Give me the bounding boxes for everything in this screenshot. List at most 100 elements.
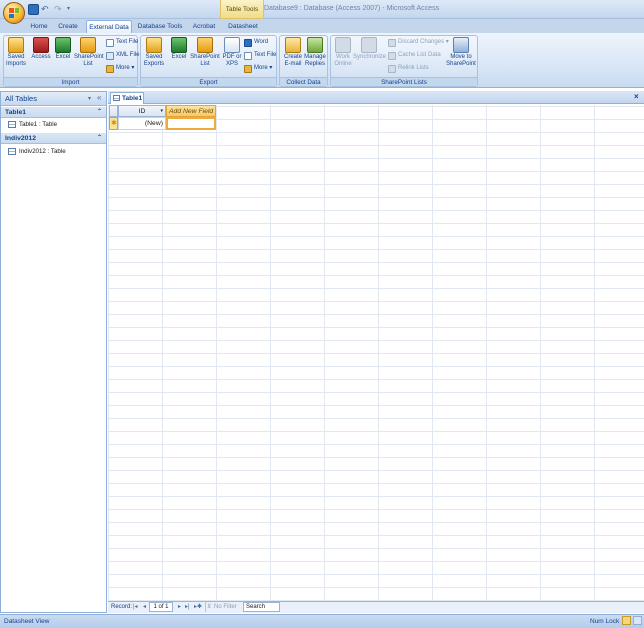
status-bar — [0, 614, 644, 628]
filter-indicator[interactable]: ⊻ No Filter — [205, 602, 240, 612]
discard-changes-button[interactable]: Discard Changes ▾ — [388, 37, 449, 48]
pdf-xps-icon — [224, 37, 240, 53]
import-more-button[interactable]: More ▾ — [106, 63, 134, 74]
group-sharepoint-label: SharePoint Lists — [331, 77, 477, 86]
new-record-star-icon: ✱ — [111, 120, 117, 127]
column-header-add-new-field[interactable]: Add New Field — [166, 105, 216, 117]
export-excel-button[interactable]: Excel — [167, 37, 191, 73]
import-access-button[interactable]: Access — [29, 37, 53, 73]
import-text-file-button[interactable]: Text File — [106, 37, 138, 48]
current-record-field[interactable]: 1 of 1 — [149, 602, 173, 612]
document-tab-table1[interactable]: Table1 — [110, 92, 144, 104]
datasheet-view-icon[interactable] — [622, 616, 631, 625]
export-text-file-button[interactable]: Text File — [244, 50, 276, 61]
new-record-nav-icon[interactable]: ▸✱ — [194, 603, 202, 610]
synchronize-button[interactable]: Synchronize — [353, 37, 386, 73]
text-file-export-icon — [244, 52, 252, 60]
import-sharepoint-list-button[interactable]: SharePoint List — [74, 37, 104, 73]
close-document-icon[interactable]: × — [634, 92, 639, 101]
relink-lists-icon — [388, 65, 396, 73]
status-view-text: Datasheet View — [4, 618, 50, 625]
last-record-icon[interactable]: ▸| — [185, 603, 190, 610]
tab-database-tools[interactable]: Database Tools — [135, 20, 185, 33]
collapse-group-icon[interactable]: ⌃ — [97, 107, 102, 118]
save-icon[interactable] — [28, 4, 39, 15]
relink-lists-button[interactable]: Relink Lists — [388, 63, 429, 74]
nav-group-indiv2012[interactable]: Indiv2012 ⌃ — [1, 133, 106, 144]
record-label: Record: — [111, 604, 133, 610]
shutter-bar-close-icon[interactable]: « — [97, 93, 101, 102]
create-email-button[interactable]: Create E-mail — [281, 37, 305, 73]
nav-group-table1[interactable]: Table1 ⌃ — [1, 107, 106, 118]
text-file-icon — [106, 39, 114, 47]
create-email-icon — [285, 37, 301, 53]
tab-home[interactable]: Home — [26, 20, 52, 33]
undo-icon[interactable]: ↶ — [41, 4, 52, 15]
column-dropdown-icon[interactable]: ▾ — [160, 106, 163, 117]
cache-list-data-button[interactable]: Cache List Data — [388, 50, 441, 61]
group-collect-label: Collect Data — [280, 77, 327, 86]
group-export-label: Export — [141, 77, 276, 86]
import-xml-file-button[interactable]: XML File — [106, 50, 139, 61]
nav-pane-title: All Tables — [5, 94, 37, 103]
new-record-row-selector[interactable]: ✱ — [109, 117, 118, 130]
tab-external-data[interactable]: External Data — [86, 20, 132, 33]
nav-item-indiv2012[interactable]: Indiv2012 : Table — [6, 147, 66, 157]
tab-datasheet[interactable]: Datasheet — [224, 20, 262, 33]
move-to-sharepoint-icon — [453, 37, 469, 53]
more-export-icon — [244, 65, 252, 73]
xml-file-icon — [106, 52, 114, 60]
saved-imports-button[interactable]: Saved Imports — [4, 37, 28, 73]
table-icon — [113, 95, 120, 101]
sharepoint-export-icon — [197, 37, 213, 53]
export-sharepoint-list-button[interactable]: SharePoint List — [190, 37, 220, 73]
saved-exports-icon — [146, 37, 162, 53]
nav-menu-dropdown-icon[interactable]: ▾ — [88, 95, 91, 102]
search-field[interactable]: Search — [243, 602, 280, 612]
move-to-sharepoint-button[interactable]: Move to SharePoint — [446, 37, 476, 73]
redo-icon[interactable]: ↷ — [54, 4, 65, 15]
previous-record-icon[interactable]: ◂ — [143, 603, 146, 610]
cell-add-new-field-active[interactable] — [166, 117, 216, 130]
contextual-tab-table-tools: Table Tools — [220, 0, 264, 19]
tab-create[interactable]: Create — [54, 20, 82, 33]
more-import-icon — [106, 65, 114, 73]
first-record-icon[interactable]: |◂ — [133, 603, 138, 610]
table-icon — [8, 148, 16, 155]
next-record-icon[interactable]: ▸ — [178, 603, 181, 610]
saved-exports-button[interactable]: Saved Exports — [142, 37, 166, 73]
manage-replies-button[interactable]: Manage Replies — [303, 37, 327, 73]
collapse-group-icon[interactable]: ⌃ — [97, 133, 102, 144]
export-pdf-xps-button[interactable]: PDF or XPS — [220, 37, 244, 73]
work-online-icon — [335, 37, 351, 53]
group-import-label: Import — [4, 77, 137, 86]
access-icon — [33, 37, 49, 53]
discard-changes-icon — [388, 39, 396, 47]
manage-replies-icon — [307, 37, 323, 53]
sharepoint-list-icon — [80, 37, 96, 53]
nav-item-table1[interactable]: Table1 : Table — [6, 120, 57, 130]
office-logo-icon — [9, 8, 19, 18]
export-more-button[interactable]: More ▾ — [244, 63, 272, 74]
office-button[interactable] — [3, 2, 25, 24]
word-icon — [244, 39, 252, 47]
work-online-button[interactable]: Work Online — [331, 37, 355, 73]
import-excel-button[interactable]: Excel — [51, 37, 75, 73]
cell-id-new[interactable]: (New) — [118, 117, 166, 130]
datasheet-grid[interactable] — [108, 105, 644, 601]
filter-icon: ⊻ — [207, 604, 212, 610]
export-word-button[interactable]: Word — [244, 37, 268, 48]
select-all-cell[interactable] — [109, 105, 118, 117]
synchronize-icon — [361, 37, 377, 53]
design-view-icon[interactable] — [633, 616, 642, 625]
navigation-pane — [0, 91, 107, 613]
tab-acrobat[interactable]: Acrobat — [189, 20, 219, 33]
document-tab-bar — [108, 91, 644, 104]
num-lock-indicator: Num Lock — [590, 618, 620, 625]
table-icon — [8, 121, 16, 128]
customize-qat-icon[interactable]: ▾ — [67, 4, 73, 15]
window-title: Database9 : Database (Access 2007) - Mic… — [264, 5, 440, 12]
excel-export-icon — [171, 37, 187, 53]
column-header-id[interactable]: ID ▾ — [118, 105, 166, 117]
cache-list-data-icon — [388, 52, 396, 60]
